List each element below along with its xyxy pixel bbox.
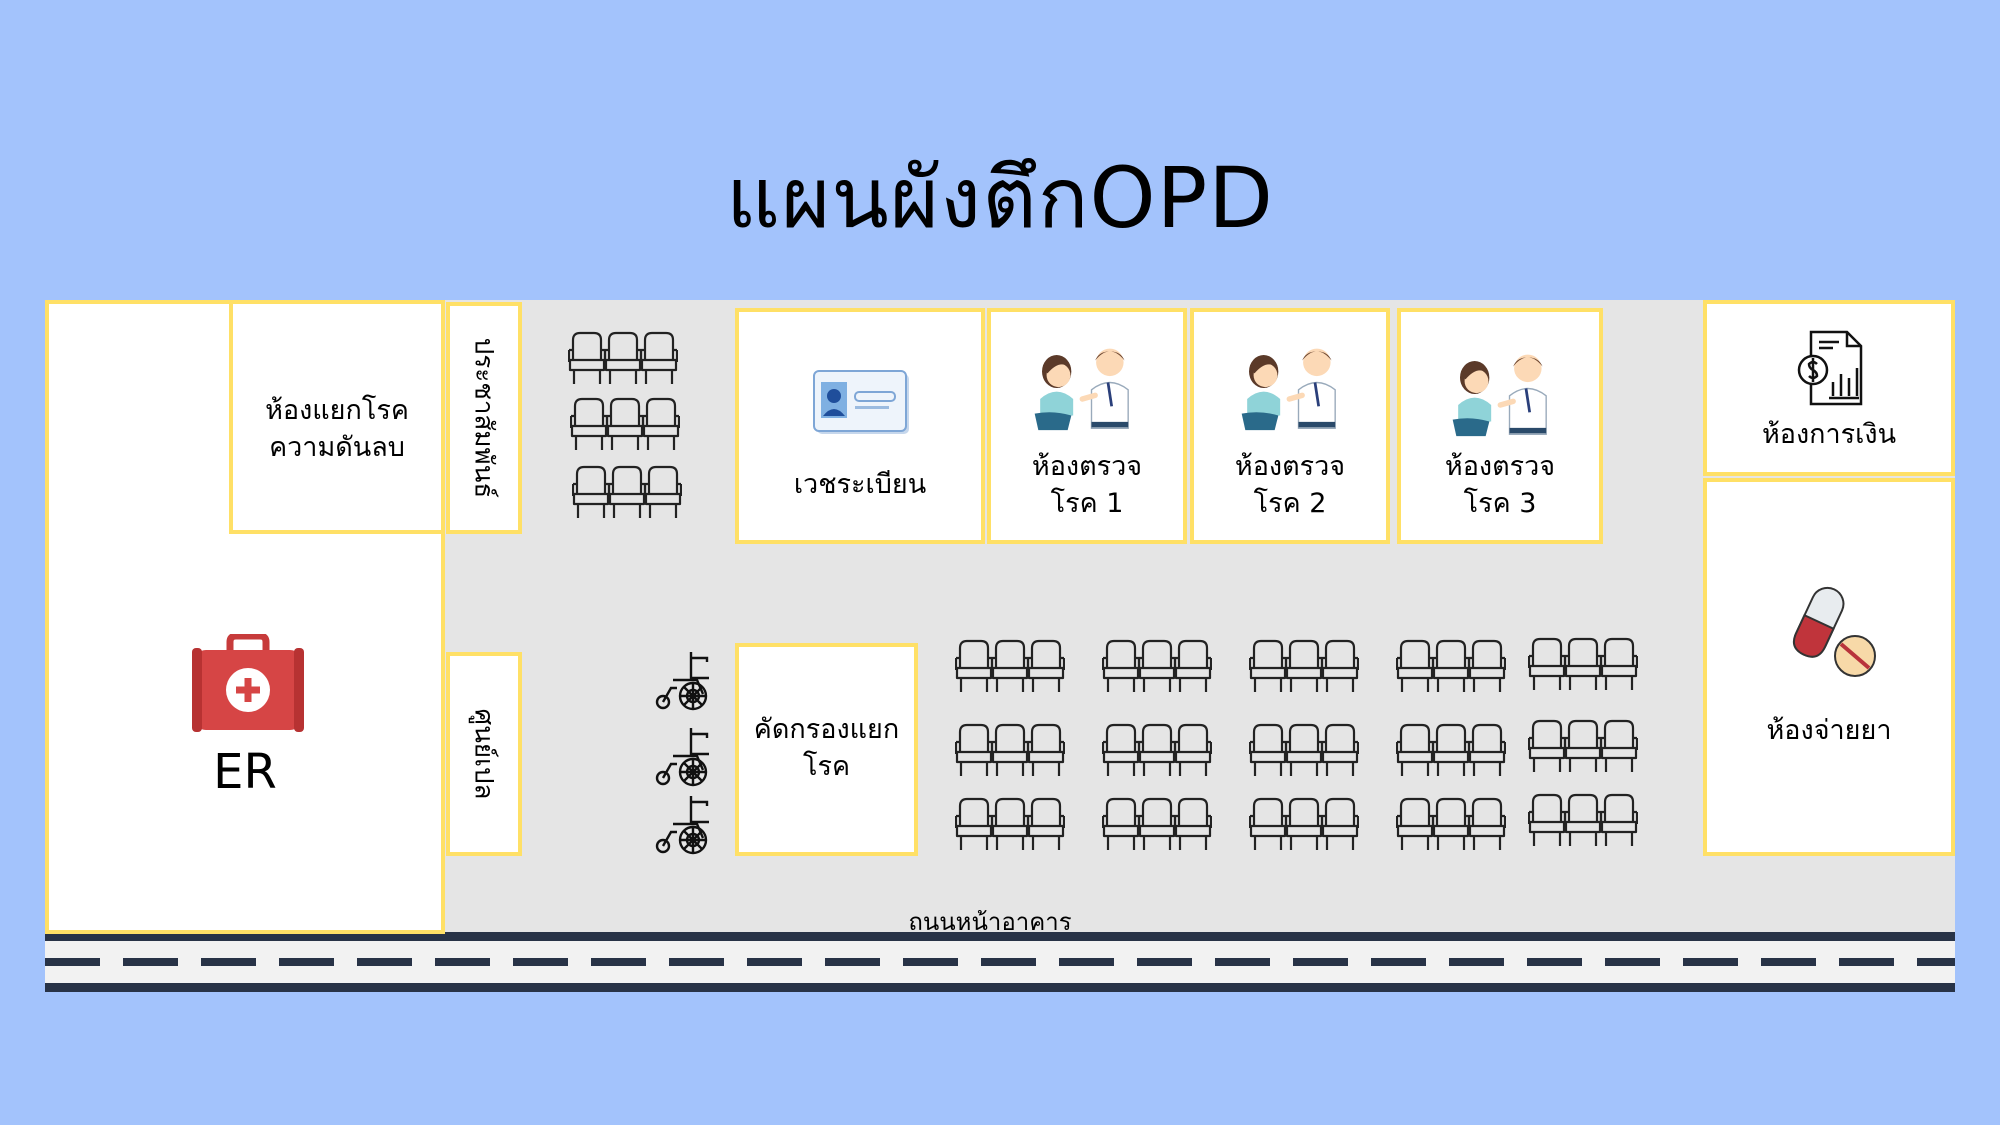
financial-report-icon bbox=[1797, 330, 1863, 406]
room-public-relations[interactable]: ประชาสัมพันธ์ bbox=[446, 302, 522, 534]
road-lane-markings bbox=[45, 958, 1955, 966]
waiting-chairs-icon bbox=[1528, 636, 1638, 692]
room-medical-records[interactable]: เวชระเบียน bbox=[735, 308, 985, 544]
room-public-relations-label: ประชาสัมพันธ์ bbox=[468, 337, 499, 499]
doctor-patient-consultation-icon bbox=[1238, 342, 1348, 434]
room-screening-label: คัดกรองแยก โรค bbox=[753, 714, 900, 782]
room-exam-3-label: ห้องตรวจ โรค 3 bbox=[1444, 451, 1556, 519]
room-medical-records-label: เวชระเบียน bbox=[793, 469, 927, 500]
waiting-chairs-icon bbox=[955, 796, 1065, 852]
room-er-label: ER bbox=[213, 744, 277, 800]
waiting-chairs-icon bbox=[1528, 792, 1638, 848]
waiting-chairs-icon bbox=[1396, 722, 1506, 778]
room-finance[interactable]: ห้องการเงิน bbox=[1703, 300, 1955, 476]
pill-icon bbox=[1792, 586, 1876, 677]
room-exam-2-label: ห้องตรวจ โรค 2 bbox=[1234, 451, 1346, 519]
doctor-patient-consultation-icon bbox=[1031, 342, 1141, 434]
waiting-chairs-icon bbox=[1528, 718, 1638, 774]
road-label: ถนนหน้าอาคาร bbox=[908, 908, 1072, 936]
room-exam-2[interactable]: ห้องตรวจ โรค 2 bbox=[1190, 308, 1390, 544]
waiting-chairs-icon bbox=[1102, 796, 1212, 852]
waiting-chairs-icon bbox=[955, 638, 1065, 694]
page-title: แผนผังตึกOPD bbox=[726, 149, 1274, 247]
room-exam-1-label: ห้องตรวจ โรค 1 bbox=[1031, 451, 1143, 519]
waiting-chairs-icon bbox=[955, 722, 1065, 778]
room-pharmacy-label: ห้องจ่ายยา bbox=[1766, 715, 1892, 746]
front-road bbox=[45, 932, 1955, 992]
room-exam-3[interactable]: ห้องตรวจ โรค 3 bbox=[1397, 308, 1603, 544]
room-exam-1[interactable]: ห้องตรวจ โรค 1 bbox=[987, 308, 1187, 544]
waiting-chairs-icon bbox=[568, 330, 678, 386]
id-card-icon bbox=[813, 370, 909, 434]
wheelchair-icon bbox=[653, 792, 717, 856]
room-isolation-label: ห้องแยกโรค ความดันลบ bbox=[265, 395, 409, 463]
waiting-chairs-icon bbox=[1249, 722, 1359, 778]
wheelchair-icon bbox=[653, 648, 717, 712]
wheelchair-icon bbox=[653, 724, 717, 788]
waiting-chairs-icon bbox=[1396, 638, 1506, 694]
room-stretcher-center-label: ศูนย์เปล bbox=[468, 708, 499, 800]
waiting-chairs-icon bbox=[1249, 638, 1359, 694]
first-aid-kit-icon bbox=[192, 634, 304, 732]
room-pharmacy[interactable]: ห้องจ่ายยา bbox=[1703, 478, 1955, 856]
room-isolation[interactable]: ห้องแยกโรค ความดันลบ bbox=[229, 300, 445, 534]
waiting-chairs-icon bbox=[572, 464, 682, 520]
waiting-chairs-icon bbox=[1249, 796, 1359, 852]
waiting-chairs-icon bbox=[1102, 722, 1212, 778]
room-stretcher-center[interactable]: ศูนย์เปล bbox=[446, 652, 522, 856]
room-finance-label: ห้องการเงิน bbox=[1761, 419, 1897, 450]
waiting-chairs-icon bbox=[1396, 796, 1506, 852]
waiting-chairs-icon bbox=[1102, 638, 1212, 694]
doctor-patient-consultation-icon bbox=[1449, 348, 1559, 440]
room-screening[interactable]: คัดกรองแยก โรค bbox=[735, 643, 918, 856]
waiting-chairs-icon bbox=[570, 396, 680, 452]
